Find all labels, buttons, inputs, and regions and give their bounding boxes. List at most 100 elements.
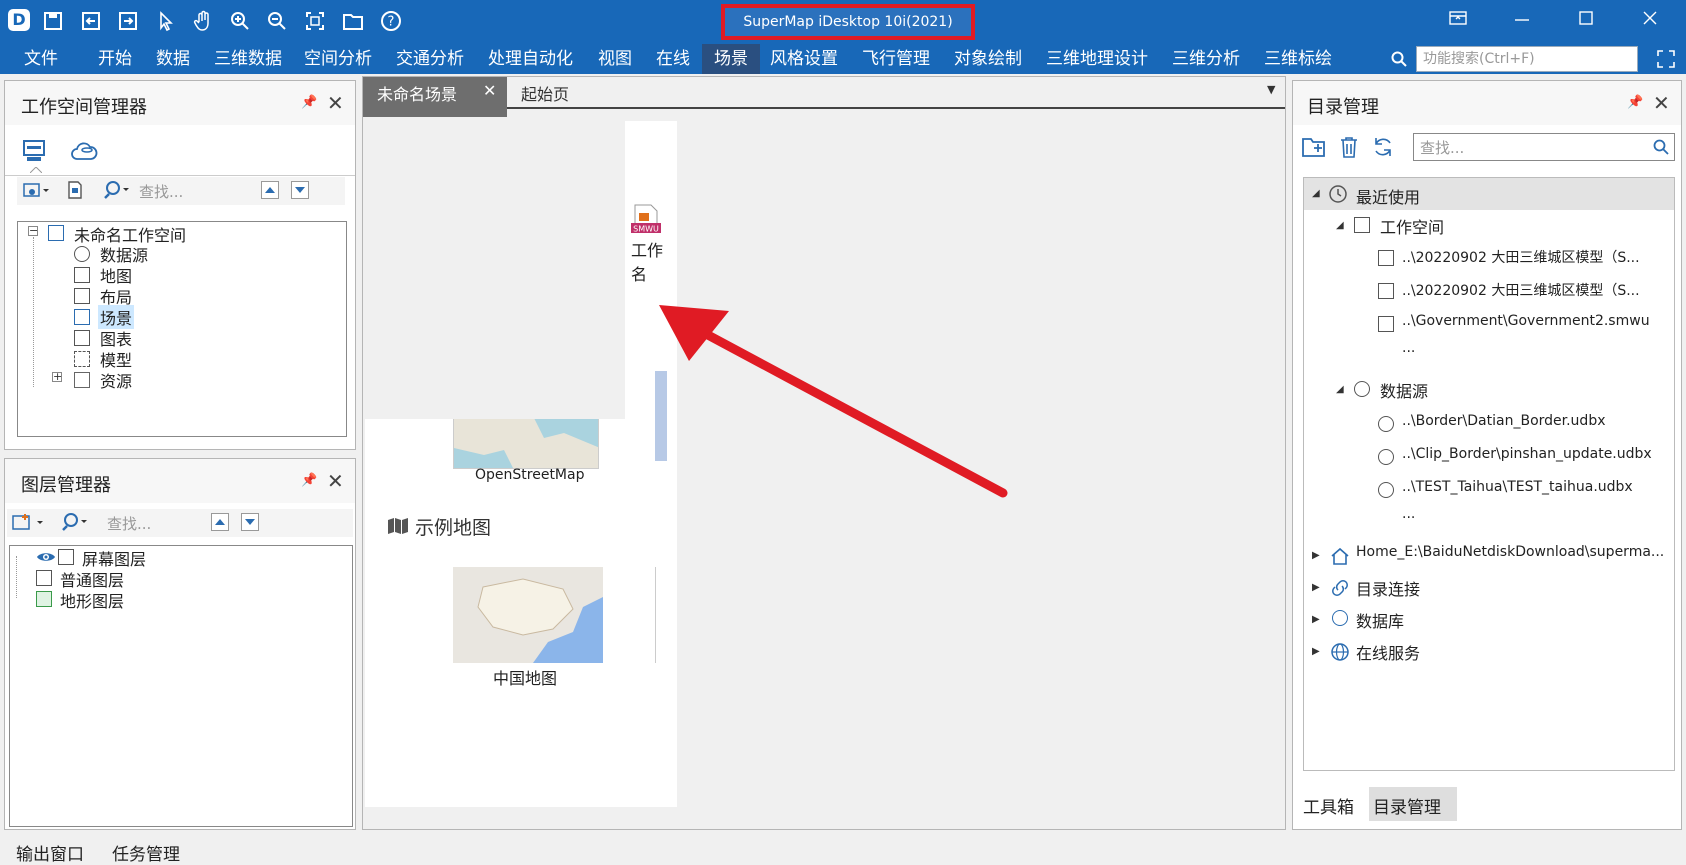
home-folder[interactable]: Home_E:\BaiduNetdiskDownload\superma... xyxy=(1356,544,1664,560)
zoom-out-icon[interactable] xyxy=(266,10,290,34)
menu-3d-data[interactable]: 三维数据 xyxy=(214,44,282,74)
online-service[interactable]: 在线服务 xyxy=(1356,640,1420,664)
menu-style[interactable]: 风格设置 xyxy=(770,44,838,74)
close-icon[interactable]: ✕ xyxy=(1653,91,1670,115)
function-search-input[interactable]: 功能搜索(Ctrl+F) xyxy=(1416,46,1638,72)
collapsed-arrow-icon[interactable]: ▶ xyxy=(1312,550,1320,561)
zoom-in-icon[interactable] xyxy=(229,10,253,34)
workspace-tree-icon[interactable] xyxy=(21,137,51,165)
tab-catalog[interactable]: 目录管理 xyxy=(1373,793,1441,818)
move-up-icon[interactable] xyxy=(211,513,229,531)
catalog-search-input[interactable]: 查找... xyxy=(1413,133,1675,161)
tab-task-management[interactable]: 任务管理 xyxy=(112,840,180,865)
recent-workspace-group[interactable]: 工作空间 xyxy=(1380,214,1444,238)
ribbon-toggle-icon[interactable] xyxy=(1448,8,1476,36)
open-folder-icon[interactable] xyxy=(342,10,366,34)
menu-file[interactable]: 文件 xyxy=(24,44,58,74)
chart-icon xyxy=(74,330,90,346)
search-icon[interactable] xyxy=(1652,138,1670,156)
pin-icon[interactable]: 📌 xyxy=(1627,95,1643,110)
menu-spatial-analysis[interactable]: 空间分析 xyxy=(304,44,372,74)
move-down-icon[interactable] xyxy=(241,513,259,531)
find-icon[interactable] xyxy=(61,512,91,532)
menu-start[interactable]: 开始 xyxy=(98,44,132,74)
visible-eye-icon[interactable] xyxy=(36,550,56,564)
expand-icon[interactable]: + xyxy=(52,371,62,382)
import-icon[interactable] xyxy=(80,10,104,34)
workspace-icon xyxy=(48,225,64,241)
app-logo[interactable]: D xyxy=(8,9,30,31)
database-icon xyxy=(1332,610,1348,626)
expand-arrow-icon[interactable]: ◢ xyxy=(1336,384,1344,395)
screen-layer-icon xyxy=(58,549,74,565)
recent-datasource-item[interactable]: ..\Clip_Border\pinshan_update.udbx xyxy=(1402,446,1652,462)
collapse-icon[interactable]: − xyxy=(28,225,38,236)
export-icon[interactable] xyxy=(117,10,141,34)
layer-tree: 屏幕图层 普通图层 地形图层 xyxy=(9,545,353,827)
fullscreen-icon[interactable] xyxy=(1656,49,1676,69)
expand-arrow-icon[interactable]: ◢ xyxy=(1312,188,1320,199)
refresh-icon[interactable] xyxy=(1371,135,1395,159)
cloud-database-icon[interactable] xyxy=(71,137,101,165)
save-icon[interactable] xyxy=(42,10,66,34)
move-down-icon[interactable] xyxy=(291,181,309,199)
tab-output-window[interactable]: 输出窗口 xyxy=(16,840,84,865)
recent-datasource-item[interactable]: ..\TEST_Taihua\TEST_taihua.udbx xyxy=(1402,479,1633,495)
layer-search-input[interactable]: 查找... xyxy=(107,513,151,534)
menu-draw-object[interactable]: 对象绘制 xyxy=(954,44,1022,74)
recent-used[interactable]: 最近使用 xyxy=(1356,184,1420,208)
layout-icon xyxy=(74,288,90,304)
title-bar: D ? SuperMap iDesktop 10i(2021) xyxy=(0,0,1686,44)
menu-data[interactable]: 数据 xyxy=(156,44,190,74)
catalog-connection[interactable]: 目录连接 xyxy=(1356,576,1420,600)
pin-icon[interactable]: 📌 xyxy=(301,95,317,110)
collapsed-arrow-icon[interactable]: ▶ xyxy=(1312,646,1320,657)
close-icon[interactable]: ✕ xyxy=(327,469,344,493)
help-icon[interactable]: ? xyxy=(380,10,404,34)
close-window-icon[interactable] xyxy=(1640,8,1668,36)
more-datasources[interactable]: ... xyxy=(1402,506,1415,522)
menu-3d-geo-design[interactable]: 三维地理设计 xyxy=(1046,44,1148,74)
recent-workspace-item[interactable]: ..\20220902 大田三维城区模型（S... xyxy=(1402,280,1640,300)
collapsed-arrow-icon[interactable]: ▶ xyxy=(1312,614,1320,625)
menu-view[interactable]: 视图 xyxy=(598,44,632,74)
view-mode-icon[interactable] xyxy=(23,181,51,201)
search-icon[interactable] xyxy=(1390,50,1408,68)
new-folder-icon[interactable] xyxy=(1301,135,1329,159)
recent-workspace-item[interactable]: ..\20220902 大田三维城区模型（S... xyxy=(1402,247,1640,267)
scene-icon xyxy=(74,309,90,325)
find-icon[interactable] xyxy=(103,180,133,200)
pan-hand-icon[interactable] xyxy=(192,10,216,34)
full-extent-icon[interactable] xyxy=(304,10,328,34)
collapsed-arrow-icon[interactable]: ▶ xyxy=(1312,582,1320,593)
move-up-icon[interactable] xyxy=(261,181,279,199)
maximize-icon[interactable] xyxy=(1576,8,1604,36)
pointer-icon[interactable] xyxy=(155,10,179,34)
add-layer-icon[interactable] xyxy=(11,513,47,533)
recent-workspace-item[interactable]: ..\Government\Government2.smwu xyxy=(1402,313,1650,329)
menu-online[interactable]: 在线 xyxy=(656,44,690,74)
layer-item-terrain[interactable]: 地形图层 xyxy=(60,588,124,612)
minimize-icon[interactable] xyxy=(1512,8,1540,36)
workspace-search-input[interactable]: 查找... xyxy=(139,181,183,202)
folder-icon xyxy=(74,372,90,388)
open-file-icon[interactable] xyxy=(65,180,85,200)
menu-scene[interactable]: 场景 xyxy=(702,44,760,74)
close-icon[interactable]: ✕ xyxy=(327,91,344,115)
recent-datasource-group[interactable]: 数据源 xyxy=(1380,378,1428,402)
pin-icon[interactable]: 📌 xyxy=(301,473,317,488)
menu-flight[interactable]: 飞行管理 xyxy=(862,44,930,74)
menu-3d-plot[interactable]: 三维标绘 xyxy=(1264,44,1332,74)
tree-item-resources[interactable]: 资源 xyxy=(100,368,132,392)
delete-icon[interactable] xyxy=(1337,135,1361,159)
more-workspaces[interactable]: ... xyxy=(1402,340,1415,356)
workspace-tree: − 未命名工作空间 数据源 地图 布局 场景 图表 模型 + 资源 xyxy=(17,221,347,437)
recent-datasource-item[interactable]: ..\Border\Datian_Border.udbx xyxy=(1402,413,1606,429)
workspace-panel-header: 工作空间管理器 📌 ✕ xyxy=(5,81,355,125)
menu-automation[interactable]: 处理自动化 xyxy=(488,44,573,74)
database[interactable]: 数据库 xyxy=(1356,608,1404,632)
expand-arrow-icon[interactable]: ◢ xyxy=(1336,220,1344,231)
tab-toolbox[interactable]: 工具箱 xyxy=(1303,793,1354,818)
menu-traffic-analysis[interactable]: 交通分析 xyxy=(396,44,464,74)
menu-3d-analysis[interactable]: 三维分析 xyxy=(1172,44,1240,74)
